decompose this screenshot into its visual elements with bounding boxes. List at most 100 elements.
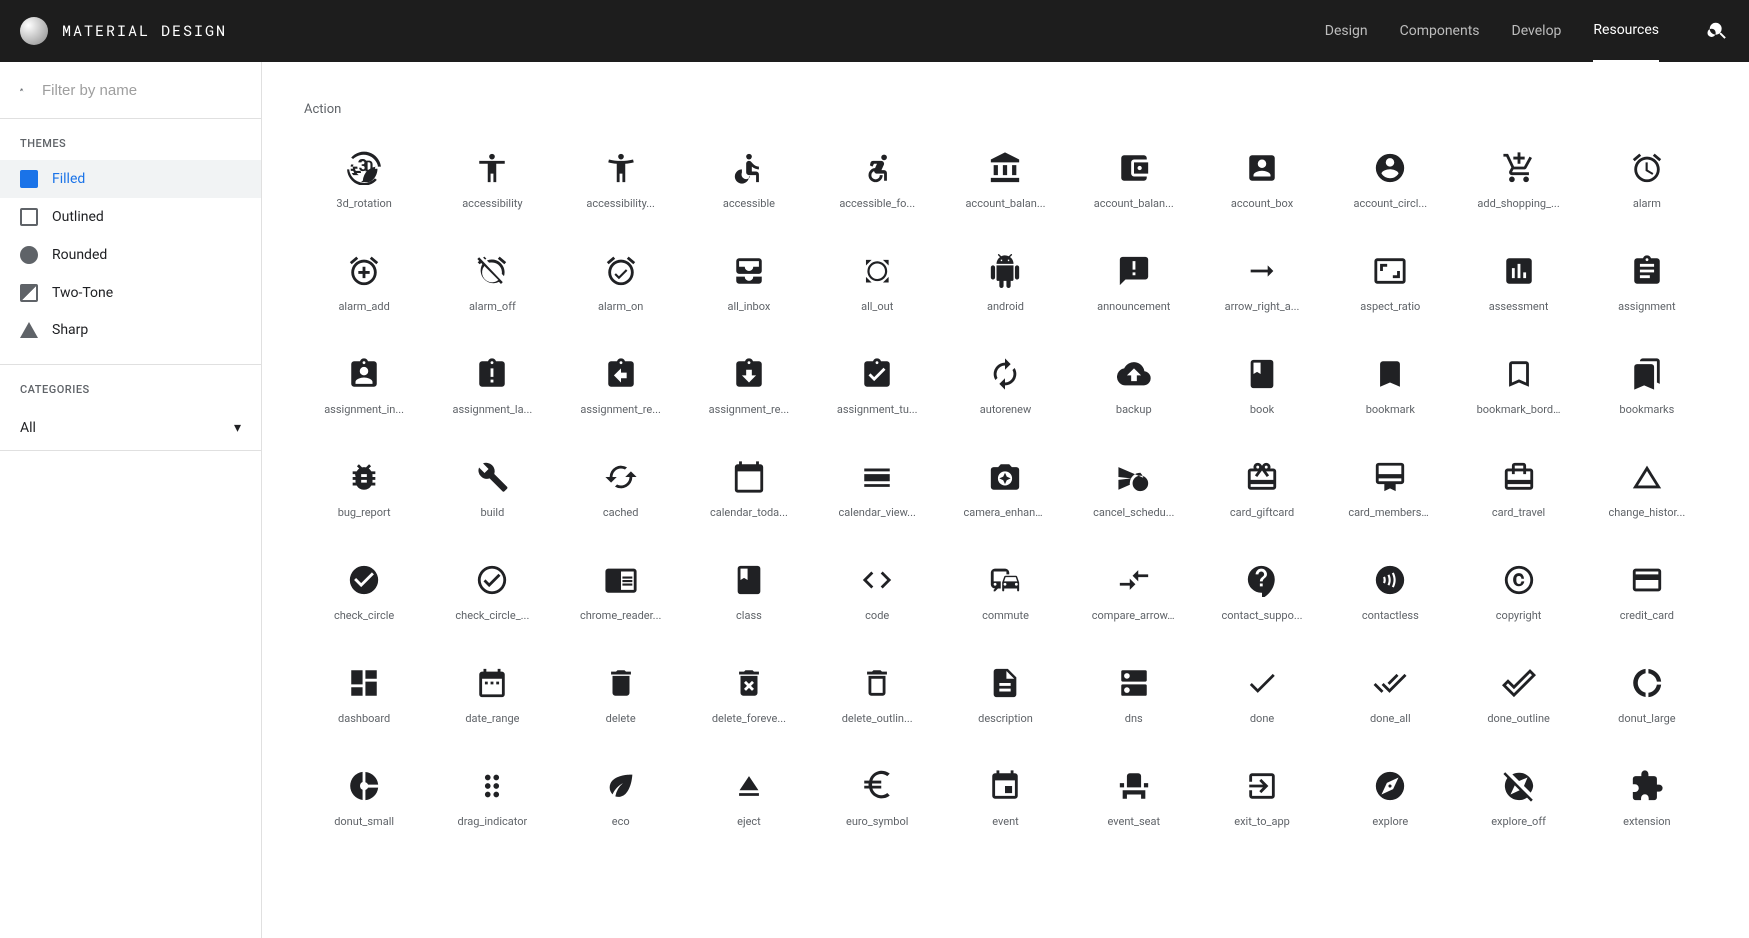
- icon-chrome_reader_mode[interactable]: chrome_reader...: [561, 557, 681, 628]
- icon-account_balance_wallet[interactable]: account_balan...: [1074, 145, 1194, 216]
- icon-exit_to_app[interactable]: exit_to_app: [1202, 763, 1322, 834]
- icon-accessible[interactable]: accessible: [689, 145, 809, 216]
- autorenew-icon: [988, 357, 1022, 391]
- icon-code[interactable]: code: [817, 557, 937, 628]
- icon-assignment_turned_in[interactable]: assignment_tu...: [817, 351, 937, 422]
- icon-dns[interactable]: dns: [1074, 660, 1194, 731]
- icon-calendar_today[interactable]: calendar_toda...: [689, 454, 809, 525]
- icon-eject[interactable]: eject: [689, 763, 809, 834]
- icon-bookmark_border[interactable]: bookmark_bord...: [1458, 351, 1578, 422]
- card_travel-icon: [1502, 460, 1536, 494]
- all_inbox-icon: [732, 254, 766, 288]
- icon-description[interactable]: description: [945, 660, 1065, 731]
- theme-outlined[interactable]: Outlined: [0, 198, 261, 236]
- icon-delete_outline[interactable]: delete_outlin...: [817, 660, 937, 731]
- icon-label: event: [992, 815, 1019, 828]
- nav-components[interactable]: Components: [1400, 1, 1480, 61]
- icon-class[interactable]: class: [689, 557, 809, 628]
- icon-alarm[interactable]: alarm: [1587, 145, 1707, 216]
- nav-resources[interactable]: Resources: [1593, 0, 1659, 62]
- icon-account_box[interactable]: account_box: [1202, 145, 1322, 216]
- icon-assessment[interactable]: assessment: [1458, 248, 1578, 319]
- icon-bookmarks[interactable]: bookmarks: [1587, 351, 1707, 422]
- icon-copyright[interactable]: copyright: [1458, 557, 1578, 628]
- theme-rounded[interactable]: Rounded: [0, 236, 261, 274]
- icon-extension[interactable]: extension: [1587, 763, 1707, 834]
- icon-android[interactable]: android: [945, 248, 1065, 319]
- logo[interactable]: MATERIAL DESIGN: [20, 17, 227, 45]
- icon-check_circle_outline[interactable]: check_circle_...: [432, 557, 552, 628]
- icon-event_seat[interactable]: event_seat: [1074, 763, 1194, 834]
- icon-delete_forever[interactable]: delete_foreve...: [689, 660, 809, 731]
- icon-card_travel[interactable]: card_travel: [1458, 454, 1578, 525]
- icon-cancel_schedule_send[interactable]: cancel_schedu...: [1074, 454, 1194, 525]
- icon-arrow_right_alt[interactable]: arrow_right_a...: [1202, 248, 1322, 319]
- icon-explore_off[interactable]: explore_off: [1458, 763, 1578, 834]
- icon-assignment_late[interactable]: assignment_la...: [432, 351, 552, 422]
- icon-delete[interactable]: delete: [561, 660, 681, 731]
- icon-alarm_add[interactable]: alarm_add: [304, 248, 424, 319]
- search-icon: [1707, 20, 1729, 42]
- icon-announcement[interactable]: announcement: [1074, 248, 1194, 319]
- nav-design[interactable]: Design: [1325, 1, 1368, 61]
- icon-add_shopping_cart[interactable]: add_shopping_...: [1458, 145, 1578, 216]
- icon-account_circle[interactable]: account_circl...: [1330, 145, 1450, 216]
- icon-build[interactable]: build: [432, 454, 552, 525]
- icon-aspect_ratio[interactable]: aspect_ratio: [1330, 248, 1450, 319]
- theme-twotone[interactable]: Two-Tone: [0, 274, 261, 312]
- icon-date_range[interactable]: date_range: [432, 660, 552, 731]
- icon-account_balance[interactable]: account_balan...: [945, 145, 1065, 216]
- icon-contact_support[interactable]: contact_suppo...: [1202, 557, 1322, 628]
- theme-filled[interactable]: Filled: [0, 160, 261, 198]
- theme-sharp[interactable]: Sharp: [0, 312, 261, 348]
- bookmarks-icon: [1630, 357, 1664, 391]
- theme-label: Rounded: [52, 247, 107, 263]
- icon-all_inbox[interactable]: all_inbox: [689, 248, 809, 319]
- icon-cached[interactable]: cached: [561, 454, 681, 525]
- category-select[interactable]: All ▾: [0, 406, 261, 451]
- icon-dashboard[interactable]: dashboard: [304, 660, 424, 731]
- icon-assignment[interactable]: assignment: [1587, 248, 1707, 319]
- icon-explore[interactable]: explore: [1330, 763, 1450, 834]
- icon-assignment_return[interactable]: assignment_re...: [561, 351, 681, 422]
- icon-accessibility[interactable]: accessibility: [432, 145, 552, 216]
- icon-bookmark[interactable]: bookmark: [1330, 351, 1450, 422]
- icon-3d_rotation[interactable]: 3d_rotation: [304, 145, 424, 216]
- icon-credit_card[interactable]: credit_card: [1587, 557, 1707, 628]
- icon-donut_large[interactable]: donut_large: [1587, 660, 1707, 731]
- icon-contactless[interactable]: contactless: [1330, 557, 1450, 628]
- icon-donut_small[interactable]: donut_small: [304, 763, 424, 834]
- icon-backup[interactable]: backup: [1074, 351, 1194, 422]
- icon-alarm_on[interactable]: alarm_on: [561, 248, 681, 319]
- icon-accessibility_new[interactable]: accessibility...: [561, 145, 681, 216]
- icon-calendar_view_day[interactable]: calendar_view...: [817, 454, 937, 525]
- icon-check_circle[interactable]: check_circle: [304, 557, 424, 628]
- icon-autorenew[interactable]: autorenew: [945, 351, 1065, 422]
- icon-assignment_returned[interactable]: assignment_re...: [689, 351, 809, 422]
- eject-icon: [732, 769, 766, 803]
- icon-done[interactable]: done: [1202, 660, 1322, 731]
- icon-drag_indicator[interactable]: drag_indicator: [432, 763, 552, 834]
- nav-develop[interactable]: Develop: [1512, 1, 1562, 61]
- icon-euro_symbol[interactable]: euro_symbol: [817, 763, 937, 834]
- icon-event[interactable]: event: [945, 763, 1065, 834]
- icon-done_outline[interactable]: done_outline: [1458, 660, 1578, 731]
- icon-accessible_forward[interactable]: accessible_fo...: [817, 145, 937, 216]
- search-button[interactable]: [1707, 20, 1729, 42]
- icon-eco[interactable]: eco: [561, 763, 681, 834]
- icon-bug_report[interactable]: bug_report: [304, 454, 424, 525]
- icon-change_history[interactable]: change_histor...: [1587, 454, 1707, 525]
- icon-alarm_off[interactable]: alarm_off: [432, 248, 552, 319]
- icon-assignment_ind[interactable]: assignment_in...: [304, 351, 424, 422]
- icon-compare_arrows[interactable]: compare_arrow...: [1074, 557, 1194, 628]
- filled-shape-icon: [20, 170, 38, 188]
- icon-book[interactable]: book: [1202, 351, 1322, 422]
- icon-camera_enhance[interactable]: camera_enhanc...: [945, 454, 1065, 525]
- icon-label: dns: [1125, 712, 1143, 725]
- filter-input[interactable]: [42, 82, 241, 99]
- icon-commute[interactable]: commute: [945, 557, 1065, 628]
- icon-done_all[interactable]: done_all: [1330, 660, 1450, 731]
- icon-card_membership[interactable]: card_membersh...: [1330, 454, 1450, 525]
- icon-card_giftcard[interactable]: card_giftcard: [1202, 454, 1322, 525]
- icon-all_out[interactable]: all_out: [817, 248, 937, 319]
